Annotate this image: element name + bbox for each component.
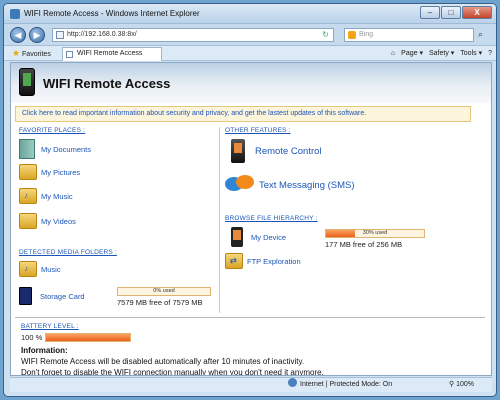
close-button[interactable]: X (462, 6, 492, 19)
url-text: http://192.168.0.38:8x/ (67, 31, 137, 38)
back-button[interactable]: ◀ (10, 27, 26, 43)
safety-menu[interactable]: Safety ▾ (429, 48, 454, 59)
minimize-button[interactable]: – (420, 6, 440, 19)
tab-title: WIFI Remote Access (77, 50, 143, 57)
favorites-label: Favorites (22, 51, 51, 58)
url-input[interactable]: http://192.168.0.38:8x/ ↻ (52, 28, 334, 42)
sd-card-icon (19, 287, 32, 305)
maximize-button[interactable]: □ (441, 6, 461, 19)
chat-bubbles-icon (225, 175, 255, 195)
my-pictures-link[interactable]: My Pictures (19, 164, 80, 180)
page-content: WIFI Remote Access Click here to read im… (10, 62, 492, 376)
my-device-link[interactable]: My Device (231, 227, 286, 247)
search-input[interactable]: Bing (344, 28, 474, 42)
security-banner-link[interactable]: Click here to read important information… (15, 106, 471, 122)
favorites-button[interactable]: ★ Favorites (12, 48, 51, 60)
app-header: WIFI Remote Access (11, 63, 491, 103)
ftp-link[interactable]: ⇄ FTP Exploration (225, 253, 301, 269)
magnifier-icon: ⚲ (449, 381, 455, 388)
my-documents-link[interactable]: My Documents (19, 139, 91, 159)
search-placeholder: Bing (359, 31, 374, 38)
storage-card-link[interactable]: Storage Card (19, 287, 85, 305)
browse-heading: Browse file hierarchy : (225, 215, 318, 222)
storage-card-label: Storage Card (40, 291, 85, 301)
zoom-control[interactable]: ⚲ 100% (449, 378, 474, 392)
my-videos-label: My Videos (41, 216, 76, 226)
device-used-label: 30% used (362, 230, 388, 236)
browser-window: WIFI Remote Access - Windows Internet Ex… (3, 3, 497, 397)
phone-icon (19, 68, 35, 96)
info-line-1: WIFI Remote Access will be disabled auto… (21, 357, 305, 366)
battery-fill (46, 334, 131, 341)
video-folder-icon (19, 213, 37, 229)
page-icon (66, 51, 73, 58)
tools-menu[interactable]: Tools ▾ (460, 48, 482, 59)
remote-control-icon (231, 139, 245, 163)
command-bar: ⌂ Page ▾ Safety ▾ Tools ▾ ? (391, 48, 492, 59)
music-label: Music (41, 264, 61, 274)
my-music-label: My Music (41, 191, 73, 201)
battery-row: 100 % (21, 333, 132, 342)
section-divider (15, 317, 485, 318)
device-progress-fill (326, 230, 356, 237)
home-icon[interactable]: ⌂ (391, 48, 395, 59)
sms-link[interactable]: Text Messaging (SMS) (225, 175, 355, 195)
my-documents-label: My Documents (41, 144, 92, 154)
page-icon (56, 31, 64, 39)
device-usage: 30% used 177 MB free of 256 MB (325, 229, 425, 249)
search-icon[interactable]: ⌕ (478, 29, 483, 40)
device-icon (231, 227, 243, 247)
info-heading: Information: (21, 346, 68, 355)
address-bar: ◀ ▶ http://192.168.0.38:8x/ ↻ Bing ⌕ (4, 24, 496, 46)
ftp-label: FTP Exploration (247, 256, 301, 266)
storage-free-text: 7579 MB free of 7579 MB (117, 298, 203, 307)
music-folder-icon: ♪ (19, 188, 37, 204)
page-menu[interactable]: Page ▾ (401, 48, 423, 59)
device-progress-bar: 30% used (325, 229, 425, 238)
remote-control-label: Remote Control (255, 145, 322, 157)
window-title: WIFI Remote Access - Windows Internet Ex… (24, 9, 200, 18)
my-videos-link[interactable]: My Videos (19, 213, 76, 229)
bing-icon (348, 31, 356, 39)
sms-label: Text Messaging (SMS) (259, 179, 355, 191)
favorites-bar: ★ Favorites WIFI Remote Access ⌂ Page ▾ … (4, 46, 496, 61)
star-icon: ★ (12, 48, 21, 58)
app-title: WIFI Remote Access (43, 76, 171, 91)
title-bar: WIFI Remote Access - Windows Internet Ex… (4, 4, 496, 24)
help-icon[interactable]: ? (488, 48, 492, 59)
remote-control-link[interactable]: Remote Control (231, 139, 322, 163)
security-zone[interactable]: Internet | Protected Mode: On (288, 378, 392, 392)
storage-progress-bar: 0% used (117, 287, 211, 296)
info-line-2: Don't forget to disable the WIFI connect… (21, 368, 324, 376)
music-folder-icon: ♪ (19, 261, 37, 277)
battery-bar (45, 333, 132, 342)
battery-heading: Battery Level : (21, 323, 79, 330)
favorites-heading: Favorite Places : (19, 127, 86, 134)
browser-tab[interactable]: WIFI Remote Access (62, 47, 162, 61)
zoom-text: 100% (456, 381, 474, 388)
device-free-text: 177 MB free of 256 MB (325, 240, 403, 249)
my-music-link[interactable]: ♪ My Music (19, 188, 73, 204)
storage-used-label: 0% used (153, 288, 175, 294)
features-heading: Other Features : (225, 127, 291, 134)
music-link[interactable]: ♪ Music (19, 261, 61, 277)
battery-percent: 100 % (21, 333, 43, 342)
globe-icon (288, 378, 297, 387)
forward-button[interactable]: ▶ (29, 27, 45, 43)
media-heading: Detected Media Folders : (19, 249, 117, 256)
storage-usage: 0% used 7579 MB free of 7579 MB (117, 287, 211, 307)
ftp-folder-icon: ⇄ (225, 253, 243, 269)
zone-text: Internet | Protected Mode: On (300, 381, 393, 388)
my-pictures-label: My Pictures (41, 167, 81, 177)
refresh-icon[interactable]: ↻ (322, 29, 329, 41)
documents-icon (19, 139, 35, 159)
status-bar: Internet | Protected Mode: On ⚲ 100% (10, 377, 492, 392)
ie-icon (10, 9, 20, 19)
my-device-label: My Device (251, 232, 287, 242)
column-divider (219, 127, 220, 313)
folder-icon (19, 164, 37, 180)
